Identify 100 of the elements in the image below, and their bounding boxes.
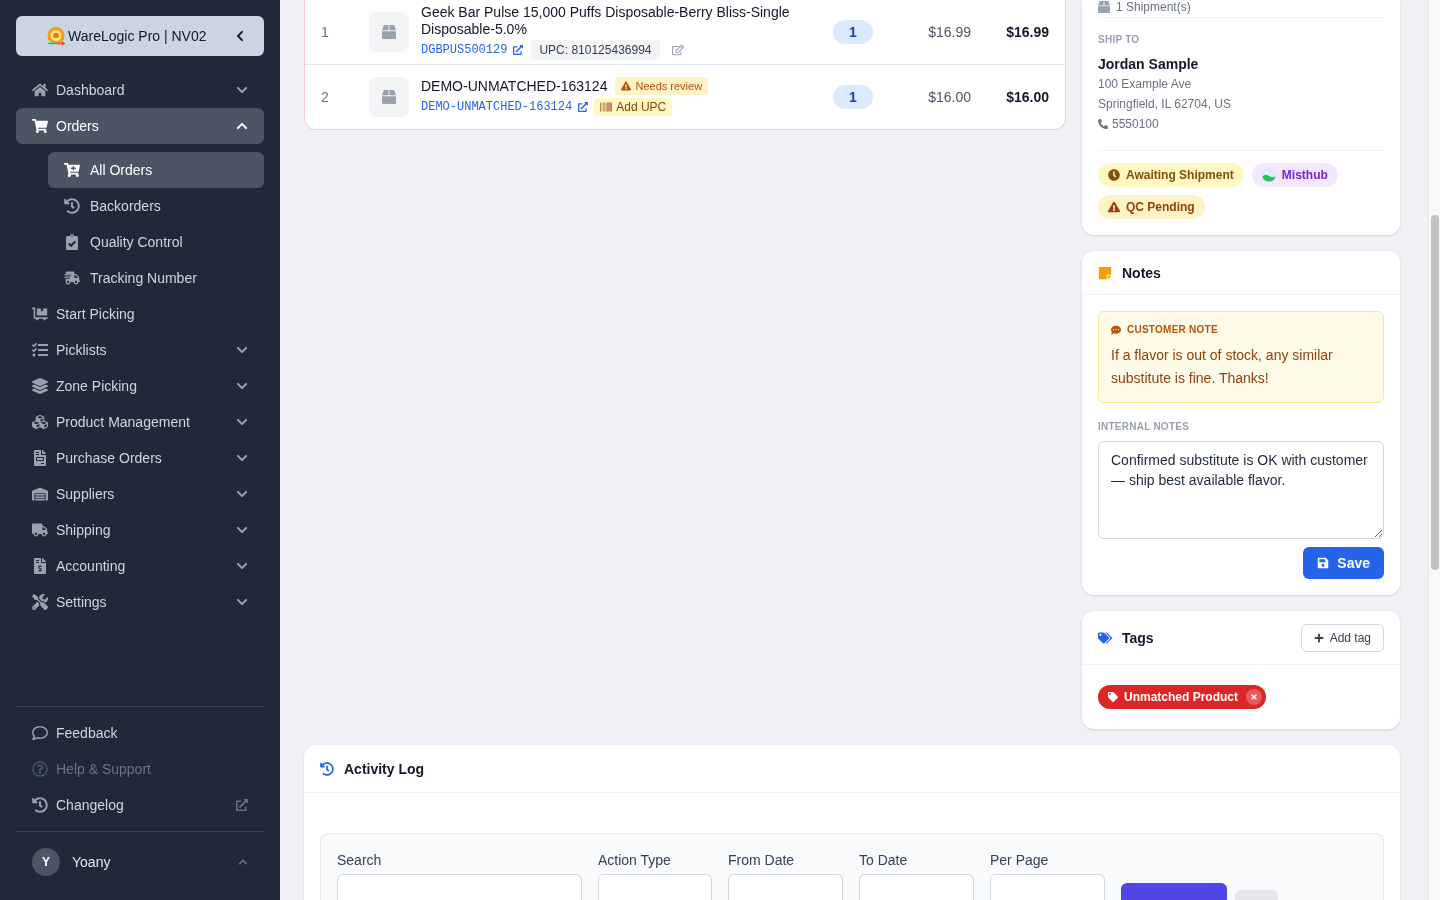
unit-price: $16.99 xyxy=(927,23,971,42)
unit-price: $16.00 xyxy=(927,88,971,107)
clipboard-check-icon xyxy=(64,234,80,250)
sticky-note-icon xyxy=(1098,265,1112,280)
product-name: Geek Bar Pulse 15,000 Puffs Disposable-Berry Bliss-Single Disposable-5.0% xyxy=(421,4,791,38)
save-button[interactable]: Save xyxy=(1303,547,1384,579)
tools-icon xyxy=(32,594,48,610)
history-icon xyxy=(64,198,80,214)
from-date-field[interactable] xyxy=(728,874,843,900)
filter-label: Action Type xyxy=(598,851,672,870)
box-icon xyxy=(1098,1,1110,13)
filter-label: Search xyxy=(337,851,383,870)
home-icon xyxy=(32,82,48,98)
nav-subitem[interactable]: All Orders xyxy=(48,152,264,188)
nav-item[interactable]: Picklists xyxy=(16,332,264,368)
internal-notes-label: INTERNAL NOTES xyxy=(1098,421,1191,433)
sku-link[interactable]: DEMO-UNMATCHED-163124 xyxy=(421,99,573,115)
quantity-badge: 1 xyxy=(833,85,873,109)
history-icon xyxy=(32,797,48,813)
filter-label: To Date xyxy=(859,851,909,870)
customer-note-text: If a flavor is out of stock, any similar substitute is fine. Thanks! xyxy=(1111,346,1334,388)
per-page-field[interactable] xyxy=(990,874,1105,900)
box-icon xyxy=(382,25,396,39)
notes-title: Notes xyxy=(1122,263,1161,283)
channel-badge: Misthub xyxy=(1251,163,1338,187)
nav-item[interactable]: Dashboard xyxy=(16,72,264,108)
brand-name: WareLogic Pro | NV02 xyxy=(68,27,207,46)
plus-icon xyxy=(1313,632,1324,643)
box-icon xyxy=(382,90,396,104)
truck-icon xyxy=(32,522,48,538)
nav-item[interactable]: Accounting xyxy=(16,548,264,584)
phone-number: 5550100 xyxy=(1112,116,1159,133)
row-number: 1 xyxy=(321,23,330,42)
chevron-left-icon xyxy=(234,30,246,42)
internal-notes-field[interactable]: Confirmed substitute is OK with customer — ship best available flavor. xyxy=(1098,441,1384,539)
user-avatar: Y xyxy=(32,848,60,876)
remove-tag-button[interactable] xyxy=(1246,689,1262,705)
nav-item[interactable]: Product Management xyxy=(16,404,264,440)
tags-title: Tags xyxy=(1122,628,1154,648)
footer-link[interactable]: Changelog xyxy=(16,787,264,823)
customer-note-label: CUSTOMER NOTE xyxy=(1127,324,1218,336)
nav-item[interactable]: Settings xyxy=(16,584,264,620)
external-link-icon[interactable] xyxy=(578,102,589,112)
barcode-icon xyxy=(600,101,613,113)
scrollbar-track[interactable] xyxy=(1428,0,1440,900)
phone-icon xyxy=(1098,119,1108,129)
layers-icon xyxy=(32,378,48,394)
logo-icon xyxy=(46,26,66,46)
address-line: Springfield, IL 62704, US xyxy=(1098,96,1232,113)
scrollbar-thumb[interactable] xyxy=(1430,215,1439,570)
nav-subitem[interactable]: Tracking Number xyxy=(48,260,264,296)
recipient-name: Jordan Sample xyxy=(1098,55,1200,74)
cart-plus-icon xyxy=(64,162,80,178)
sku-link[interactable]: DGBPUS500129 xyxy=(421,42,508,58)
cubes-icon xyxy=(32,414,48,430)
close-icon xyxy=(1250,693,1258,701)
dolly-icon xyxy=(32,306,48,322)
filter-label: From Date xyxy=(728,851,796,870)
comment-icon xyxy=(1111,325,1121,335)
to-date-field[interactable] xyxy=(859,874,974,900)
needs-review-badge: Needs review xyxy=(615,77,709,95)
ship-to-label: SHIP TO xyxy=(1098,34,1141,46)
nav-item[interactable]: Zone Picking xyxy=(16,368,264,404)
upc-chip: UPC: 810125436994 xyxy=(531,40,660,60)
product-name: DEMO-UNMATCHED-163124 xyxy=(421,77,608,95)
qc-status-badge: QC Pending xyxy=(1098,195,1205,219)
warehouse-icon xyxy=(32,486,48,502)
channel-logo-icon xyxy=(1261,168,1276,182)
line-total: $16.00 xyxy=(1005,88,1049,107)
action-type-select[interactable] xyxy=(598,874,712,900)
tag-chip: Unmatched Product xyxy=(1098,685,1266,709)
tags-icon xyxy=(1098,630,1112,645)
search-field[interactable] xyxy=(337,874,582,900)
search-button[interactable] xyxy=(1121,883,1227,900)
shipment-count: 1 Shipment(s) xyxy=(1116,0,1191,15)
nav-item[interactable]: Suppliers xyxy=(16,476,264,512)
warning-icon xyxy=(621,81,632,91)
chevron-up-icon xyxy=(238,857,248,867)
row-number: 2 xyxy=(321,88,330,107)
nav-subitem[interactable]: Quality Control xyxy=(48,224,264,260)
add-upc-button[interactable]: Add UPC xyxy=(594,98,673,116)
footer-link[interactable]: Feedback xyxy=(16,715,264,751)
add-tag-button[interactable]: Add tag xyxy=(1300,623,1384,652)
filter-label: Per Page xyxy=(990,851,1050,870)
clock-icon xyxy=(1108,169,1120,181)
status-badge: Awaiting Shipment xyxy=(1098,163,1244,187)
nav-item[interactable]: Start Picking xyxy=(16,296,264,332)
help-icon xyxy=(32,761,48,777)
nav-item[interactable]: Orders xyxy=(16,108,264,144)
activity-log-title: Activity Log xyxy=(344,759,425,779)
nav-item[interactable]: Shipping xyxy=(16,512,264,548)
nav-item[interactable]: Purchase Orders xyxy=(16,440,264,476)
invoice-dollar-icon xyxy=(32,558,48,574)
warning-icon xyxy=(1108,201,1120,213)
user-menu-button[interactable]: Y Yoany xyxy=(16,848,264,876)
nav-subitem[interactable]: Backorders xyxy=(48,188,264,224)
external-link-icon[interactable] xyxy=(513,45,524,55)
edit-icon xyxy=(671,44,684,56)
edit-upc-button[interactable] xyxy=(669,42,686,58)
fast-truck-icon xyxy=(64,270,80,286)
